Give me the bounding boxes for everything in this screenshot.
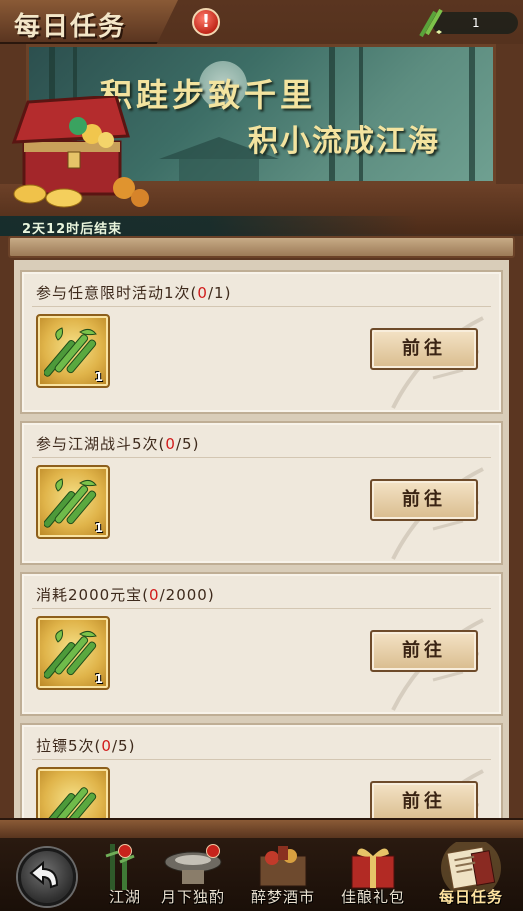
nav-label: 醉梦酒市	[250, 888, 315, 906]
reward-slot[interactable]: 1	[36, 465, 110, 539]
notification-dot	[206, 844, 220, 858]
task-title: 参与江湖战斗5次(0/5)	[36, 435, 200, 453]
info-alert-icon[interactable]: !	[192, 8, 220, 36]
nav-item-zuimeng-jiushi[interactable]: 醉梦酒市	[240, 838, 326, 911]
task-name: 参与江湖战斗5次	[36, 435, 159, 453]
task-progress-current: 0	[197, 284, 208, 302]
currency-count: 1	[472, 16, 480, 30]
task-title: 拉镖5次(0/5)	[36, 737, 136, 755]
bamboo-icon	[44, 787, 97, 820]
task-progress-target: 1	[214, 284, 225, 302]
go-button[interactable]: 前往	[370, 479, 478, 521]
task-progress-target: 2000	[165, 586, 208, 604]
reward-count: 1	[94, 672, 103, 686]
task-list[interactable]: 参与任意限时活动1次(0/1) 1 前往 参与江湖战斗5次(0/5) 1 前往 …	[14, 260, 509, 820]
gift-box-icon	[351, 848, 395, 889]
slogan-line-2: 积小流成江海	[248, 124, 440, 159]
gift-basket-icon	[259, 846, 307, 887]
reward-slot[interactable]: 1	[36, 616, 110, 690]
go-button[interactable]: 前往	[370, 630, 478, 672]
task-frame: 参与任意限时活动1次(0/1) 1 前往 参与江湖战斗5次(0/5) 1 前往 …	[0, 236, 523, 836]
task-name: 拉镖5次	[36, 737, 95, 755]
reward-count: 1	[94, 521, 103, 535]
nav-item-yuexia-duzhuo[interactable]: 月下独酌	[150, 838, 236, 911]
nav-item-daily-tasks[interactable]: 每日任务	[428, 838, 514, 911]
task-card: 消耗2000元宝(0/2000) 1 前往	[20, 572, 503, 716]
notification-dot	[118, 844, 132, 858]
divider	[32, 306, 491, 307]
scroll-rod	[8, 236, 515, 258]
task-name: 消耗2000元宝	[36, 586, 143, 604]
back-button[interactable]	[18, 848, 76, 906]
task-card: 参与江湖战斗5次(0/5) 1 前往	[20, 421, 503, 565]
countdown-timer: 2天12时后结束	[22, 222, 123, 237]
scroll-book-icon	[441, 842, 501, 892]
divider	[32, 759, 491, 760]
go-button[interactable]: 前往	[370, 328, 478, 370]
divider	[32, 457, 491, 458]
reward-count: 1	[94, 370, 103, 384]
task-title: 参与任意限时活动1次(0/1)	[36, 284, 232, 302]
task-progress-current: 0	[165, 435, 176, 453]
page-title: 每日任务	[14, 12, 127, 42]
daily-tasks-screen: 积跬步致千里 积小流成江海 每日任务 ! 1 2天12时后结束 参与任意限时活动…	[0, 0, 523, 911]
task-progress-current: 0	[101, 737, 112, 755]
task-card: 参与任意限时活动1次(0/1) 1 前往	[20, 270, 503, 414]
bamboo-icon	[419, 8, 443, 38]
nav-item-jianiang-libao[interactable]: 佳酿礼包	[330, 838, 416, 911]
treasure-chest-icon	[11, 96, 149, 208]
task-progress-target: 5	[182, 435, 193, 453]
divider	[32, 608, 491, 609]
back-arrow-icon	[29, 860, 59, 889]
task-progress-current: 0	[149, 586, 160, 604]
bamboo-decoration	[469, 47, 475, 181]
task-card: 拉镖5次(0/5) 1 前往	[20, 723, 503, 820]
go-button[interactable]: 前往	[370, 781, 478, 820]
bamboo-decoration	[359, 47, 363, 181]
reward-slot[interactable]: 1	[36, 314, 110, 388]
bamboo-decoration	[329, 47, 335, 181]
reward-slot[interactable]: 1	[36, 767, 110, 820]
nav-label: 每日任务	[438, 888, 503, 906]
nav-label: 月下独酌	[160, 888, 225, 906]
task-title: 消耗2000元宝(0/2000)	[36, 586, 215, 604]
task-progress-target: 5	[118, 737, 129, 755]
nav-label: 佳酿礼包	[340, 888, 405, 906]
task-name: 参与任意限时活动1次	[36, 284, 191, 302]
